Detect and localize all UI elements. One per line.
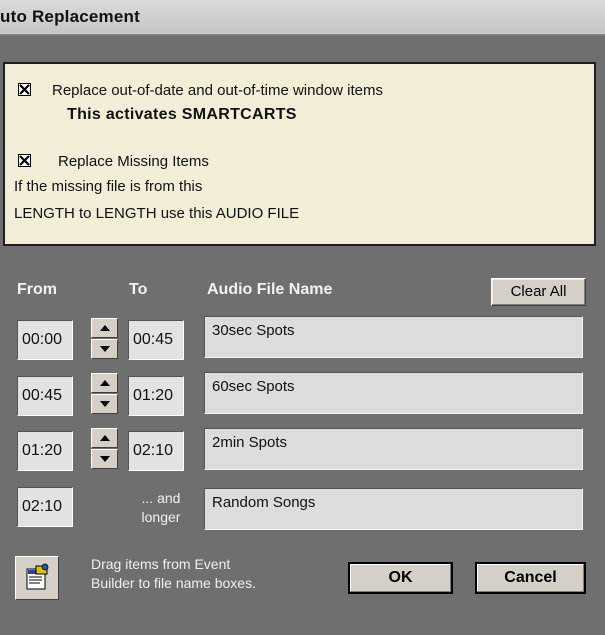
- and-longer-line1: ... and: [141, 490, 181, 506]
- time-spinner[interactable]: [91, 373, 118, 415]
- audio-file-field[interactable]: 60sec Spots: [204, 372, 583, 414]
- and-longer-label: ... and longer: [136, 489, 186, 527]
- from-time-field[interactable]: 00:00: [17, 320, 73, 360]
- spin-down-button[interactable]: [91, 394, 118, 414]
- to-time-field[interactable]: 02:10: [128, 431, 184, 471]
- and-longer-line2: longer: [141, 509, 181, 525]
- event-builder-button[interactable]: [15, 556, 59, 600]
- spin-up-button[interactable]: [91, 373, 118, 393]
- clear-all-button[interactable]: Clear All: [491, 278, 586, 306]
- ok-button[interactable]: OK: [348, 562, 453, 594]
- time-spinner[interactable]: [91, 318, 118, 360]
- replace-out-of-date-label: Replace out-of-date and out-of-time wind…: [52, 82, 383, 99]
- title-bar[interactable]: uto Replacement: [0, 0, 605, 35]
- event-builder-icon: [26, 563, 49, 590]
- missing-desc-line2: LENGTH to LENGTH use this AUDIO FILE: [14, 205, 300, 222]
- spin-up-button[interactable]: [91, 428, 118, 448]
- spin-down-button[interactable]: [91, 449, 118, 469]
- time-spinner[interactable]: [91, 428, 118, 470]
- file-header: Audio File Name: [207, 281, 333, 298]
- drag-hint: Drag items from Event Builder to file na…: [91, 555, 256, 593]
- drag-hint-line2: Builder to file name boxes.: [91, 575, 256, 591]
- arrow-up-icon: [100, 380, 110, 386]
- spin-up-button[interactable]: [91, 318, 118, 338]
- replace-missing-checkbox[interactable]: [18, 154, 31, 167]
- check-mark-icon: [19, 155, 30, 166]
- drag-hint-line1: Drag items from Event: [91, 556, 231, 572]
- to-time-field[interactable]: 01:20: [128, 376, 184, 416]
- arrow-down-icon: [100, 401, 110, 407]
- cancel-button[interactable]: Cancel: [475, 562, 586, 594]
- auto-replacement-window: uto Replacement Replace out-of-date and …: [0, 0, 605, 635]
- window-title: uto Replacement: [0, 7, 140, 26]
- arrow-up-icon: [100, 435, 110, 441]
- audio-file-field[interactable]: 30sec Spots: [204, 316, 583, 358]
- arrow-up-icon: [100, 325, 110, 331]
- arrow-down-icon: [100, 456, 110, 462]
- missing-desc-line1: If the missing file is from this: [14, 178, 203, 195]
- from-header: From: [17, 281, 57, 298]
- spin-down-button[interactable]: [91, 339, 118, 359]
- to-time-field[interactable]: 00:45: [128, 320, 184, 360]
- options-panel: Replace out-of-date and out-of-time wind…: [3, 62, 596, 246]
- from-time-field[interactable]: 01:20: [17, 431, 73, 471]
- from-time-field[interactable]: 00:45: [17, 376, 73, 416]
- from-time-field[interactable]: 02:10: [17, 487, 73, 527]
- check-mark-icon: [19, 84, 30, 95]
- to-header: To: [129, 281, 148, 298]
- replace-out-of-date-checkbox[interactable]: [18, 83, 31, 96]
- replace-missing-label: Replace Missing Items: [58, 153, 209, 170]
- arrow-down-icon: [100, 346, 110, 352]
- audio-file-field[interactable]: 2min Spots: [204, 428, 583, 470]
- audio-file-field[interactable]: Random Songs: [204, 488, 583, 530]
- smartcarts-note: This activates SMARTCARTS: [67, 106, 297, 123]
